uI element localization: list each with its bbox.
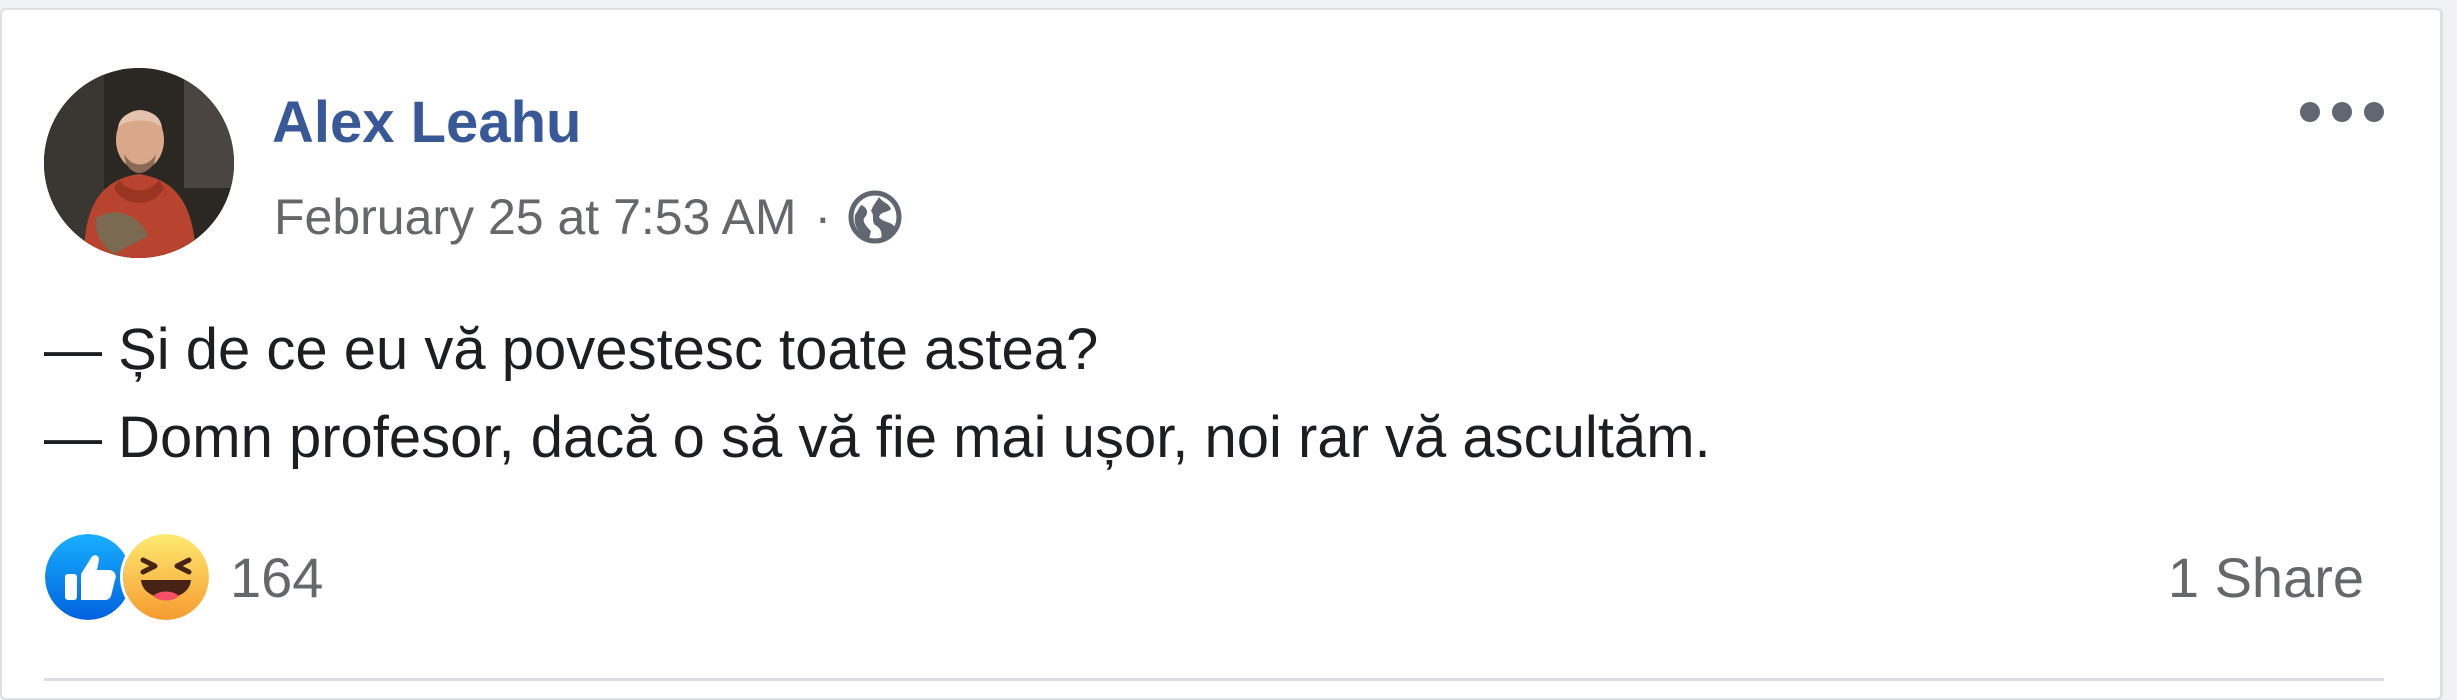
more-dot [2332, 102, 2352, 122]
post-text-line: — Și de ce eu vă povestesc toate astea? [44, 317, 1099, 382]
globe-icon[interactable] [845, 187, 905, 247]
author-name-link[interactable]: Alex Leahu [272, 88, 581, 158]
more-options-icon[interactable] [2300, 92, 2384, 132]
more-dot [2364, 102, 2384, 122]
author-avatar[interactable] [44, 68, 234, 258]
post-body: — Și de ce eu vă povestesc toate astea? … [44, 306, 2344, 482]
share-count-link[interactable]: 1 Share [2168, 538, 2364, 618]
reaction-count: 164 [230, 545, 324, 609]
post-timestamp[interactable]: February 25 at 7:53 AM [274, 188, 797, 246]
reactions-summary[interactable]: 164 [42, 531, 324, 623]
post-text-line: — Domn profesor, dacă o să vă fie mai uș… [44, 405, 1711, 470]
divider [44, 678, 2384, 681]
avatar-photo [44, 68, 234, 258]
meta-separator: · [814, 189, 832, 245]
more-dot [2300, 102, 2320, 122]
haha-icon [120, 531, 212, 623]
post-meta: February 25 at 7:53 AM · [274, 182, 905, 252]
post-card: Alex Leahu February 25 at 7:53 AM · — Și… [0, 8, 2443, 700]
